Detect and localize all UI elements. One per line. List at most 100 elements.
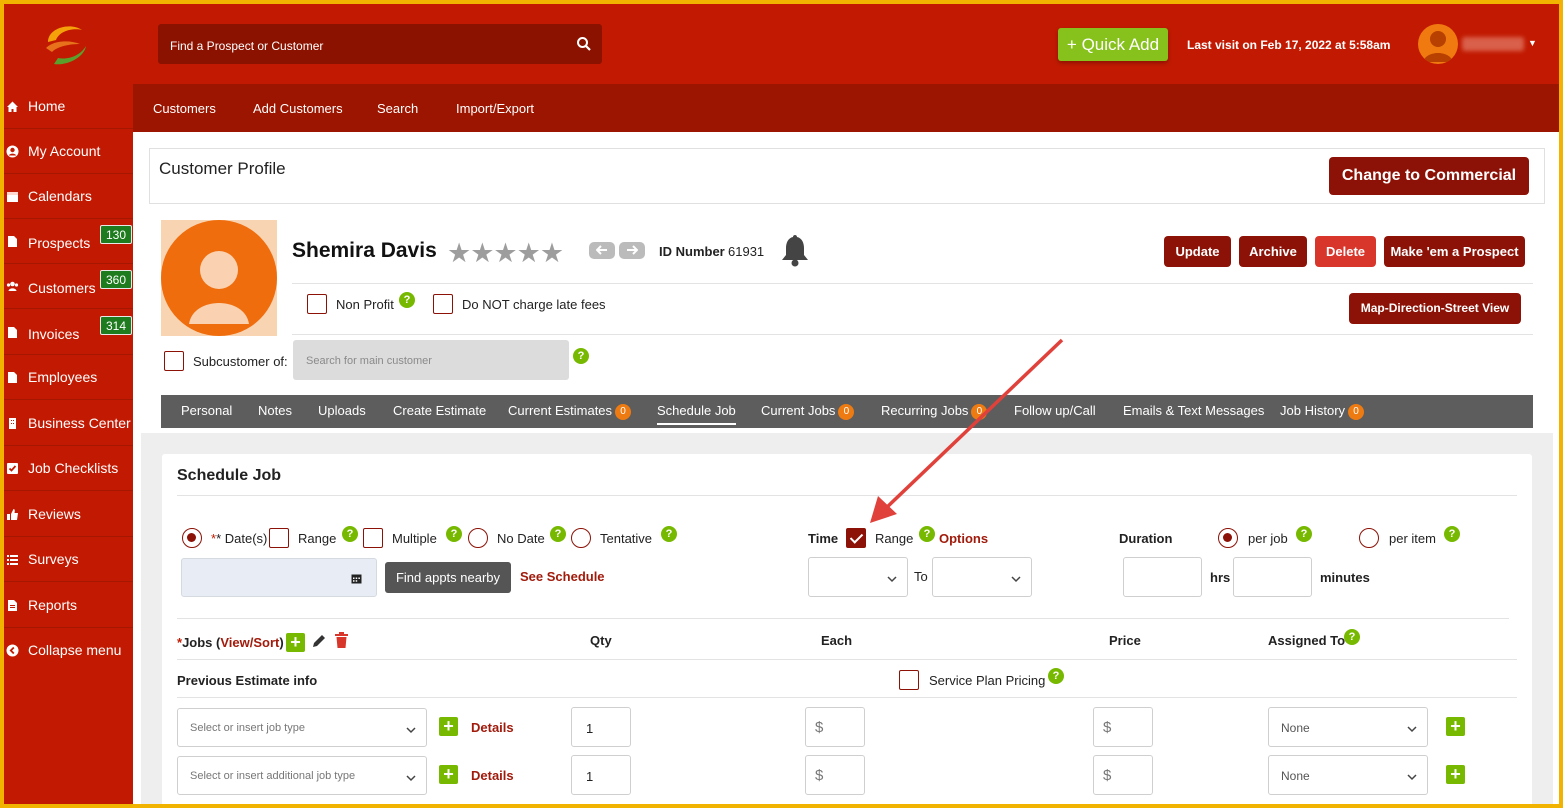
map-direction-button[interactable]: Map-Direction-Street View (1349, 293, 1521, 324)
sidebar-item-surveys[interactable]: Surveys (0, 537, 133, 582)
subnav-add-customers[interactable]: Add Customers (253, 101, 343, 116)
tab-follow-up-call[interactable]: Follow up/Call (1014, 403, 1096, 418)
tab-personal[interactable]: Personal (181, 403, 232, 418)
tab-schedule-job[interactable]: Schedule Job (657, 403, 736, 425)
no-late-fees-checkbox[interactable] (433, 294, 453, 314)
sidebar-item-reviews[interactable]: Reviews (0, 492, 133, 537)
details-link[interactable]: Details (471, 768, 514, 783)
tab-job-history[interactable]: Job History 0 (1280, 403, 1365, 420)
job-type-select[interactable]: Select or insert job type (177, 708, 427, 747)
add-assignee-icon[interactable]: + (1446, 717, 1465, 736)
dates-radio[interactable] (182, 528, 202, 548)
per-item-radio[interactable] (1359, 528, 1379, 548)
make-prospect-button[interactable]: Make 'em a Prospect (1384, 236, 1525, 267)
find-appts-nearby-button[interactable]: Find appts nearby (385, 562, 511, 593)
help-icon[interactable]: ? (1444, 526, 1460, 542)
time-end-select[interactable] (932, 557, 1032, 597)
add-job-icon[interactable]: + (286, 633, 305, 652)
rating-stars[interactable]: ★★★★★ (447, 238, 564, 269)
help-icon[interactable]: ? (573, 348, 589, 364)
price-input[interactable]: $ (1093, 755, 1153, 795)
tab-create-estimate[interactable]: Create Estimate (393, 403, 486, 418)
sidebar-item-my-account[interactable]: My Account (0, 129, 133, 174)
tab-current-estimates[interactable]: Current Estimates 0 (508, 403, 632, 420)
additional-job-type-select[interactable]: Select or insert additional job type (177, 756, 427, 795)
next-customer-button[interactable] (619, 242, 645, 259)
sidebar-item-reports[interactable]: Reports (0, 583, 133, 628)
search-icon[interactable] (576, 36, 592, 52)
tab-notes[interactable]: Notes (258, 403, 292, 418)
main-customer-search-input[interactable]: Search for main customer (293, 340, 569, 380)
details-link[interactable]: Details (471, 720, 514, 735)
no-date-radio[interactable] (468, 528, 488, 548)
per-job-radio[interactable] (1218, 528, 1238, 548)
sidebar-item-collapse-menu[interactable]: Collapse menu (0, 628, 133, 673)
help-icon[interactable]: ? (1048, 668, 1064, 684)
quick-add-button[interactable]: + Quick Add (1058, 28, 1168, 61)
subnav-search[interactable]: Search (377, 101, 418, 116)
add-job-type-icon[interactable]: + (439, 765, 458, 784)
change-to-commercial-button[interactable]: Change to Commercial (1329, 157, 1529, 195)
trash-icon[interactable] (334, 632, 349, 649)
each-input[interactable]: $ (805, 707, 865, 747)
qty-input[interactable]: 1 (571, 755, 631, 795)
help-icon[interactable]: ? (550, 526, 566, 542)
time-options-link[interactable]: Options (939, 531, 988, 546)
update-button[interactable]: Update (1164, 236, 1231, 267)
user-avatar[interactable] (1418, 24, 1458, 64)
help-icon[interactable]: ? (1344, 629, 1360, 645)
view-sort-link[interactable]: View/Sort (220, 635, 279, 650)
prospects-count-badge: 130 (100, 225, 133, 244)
add-job-type-icon[interactable]: + (439, 717, 458, 736)
sidebar-item-prospects[interactable]: Prospects 130 (0, 219, 133, 264)
service-plan-pricing-checkbox[interactable] (899, 670, 919, 690)
time-range-checkbox[interactable] (846, 528, 866, 548)
user-name-blurred[interactable] (1462, 37, 1524, 51)
pencil-icon[interactable] (311, 633, 327, 649)
tab-uploads[interactable]: Uploads (318, 403, 366, 418)
tab-current-jobs[interactable]: Current Jobs 0 (761, 403, 855, 420)
each-input[interactable]: $ (805, 755, 865, 795)
subnav-customers[interactable]: Customers (153, 101, 216, 116)
date-input[interactable] (181, 558, 377, 597)
subnav-import-export[interactable]: Import/Export (456, 101, 534, 116)
global-search-input[interactable]: Find a Prospect or Customer (158, 24, 602, 64)
sidebar-item-job-checklists[interactable]: Job Checklists (0, 446, 133, 491)
assigned-to-select[interactable]: None (1268, 755, 1428, 795)
multiple-checkbox[interactable] (363, 528, 383, 548)
chevron-down-icon[interactable]: ▼ (1528, 38, 1537, 48)
tentative-radio[interactable] (571, 528, 591, 548)
assigned-to-select[interactable]: None (1268, 707, 1428, 747)
calendar-icon[interactable] (351, 572, 362, 584)
tab-recurring-jobs[interactable]: Recurring Jobs 0 (881, 403, 988, 420)
previous-customer-button[interactable] (589, 242, 615, 259)
delete-button[interactable]: Delete (1315, 236, 1376, 267)
help-icon[interactable]: ? (1296, 526, 1312, 542)
time-start-select[interactable] (808, 557, 908, 597)
sidebar-item-invoices[interactable]: Invoices 314 (0, 310, 133, 355)
subcustomer-checkbox[interactable] (164, 351, 184, 371)
sidebar-item-home[interactable]: Home (0, 84, 133, 129)
app-logo[interactable] (40, 20, 90, 68)
tab-label: Current Jobs (761, 403, 836, 418)
help-icon[interactable]: ? (342, 526, 358, 542)
archive-button[interactable]: Archive (1239, 236, 1307, 267)
price-input[interactable]: $ (1093, 707, 1153, 747)
qty-input[interactable]: 1 (571, 707, 631, 747)
help-icon[interactable]: ? (399, 292, 415, 308)
range-checkbox[interactable] (269, 528, 289, 548)
sidebar-item-customers[interactable]: Customers 360 (0, 264, 133, 309)
help-icon[interactable]: ? (919, 526, 935, 542)
sidebar-item-calendars[interactable]: Calendars (0, 174, 133, 219)
add-assignee-icon[interactable]: + (1446, 765, 1465, 784)
sidebar-item-business-center[interactable]: Business Center (0, 401, 133, 446)
duration-hours-input[interactable] (1123, 557, 1202, 597)
duration-minutes-input[interactable] (1233, 557, 1312, 597)
sidebar-item-employees[interactable]: Employees (0, 355, 133, 400)
help-icon[interactable]: ? (661, 526, 677, 542)
tab-emails-text-messages[interactable]: Emails & Text Messages (1123, 403, 1264, 418)
bell-icon[interactable] (780, 233, 810, 267)
see-schedule-link[interactable]: See Schedule (520, 569, 605, 584)
non-profit-checkbox[interactable] (307, 294, 327, 314)
help-icon[interactable]: ? (446, 526, 462, 542)
